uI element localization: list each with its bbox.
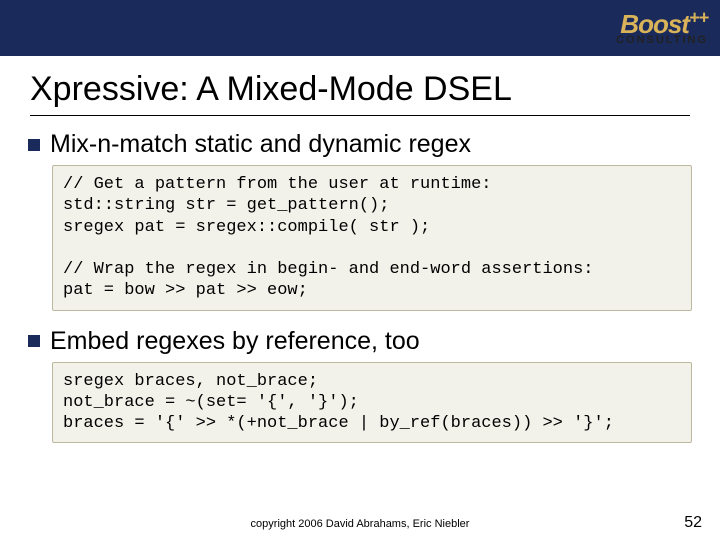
header-band: Boost++ CONSULTING [0,0,720,56]
logo: Boost++ CONSULTING [616,8,708,46]
bullet-item: Embed regexes by reference, too [28,327,692,356]
footer-copyright: copyright 2006 David Abrahams, Eric Nieb… [0,518,720,530]
bullet-text: Mix-n-match static and dynamic regex [50,130,471,159]
code-block: // Get a pattern from the user at runtim… [52,165,692,311]
bullet-text: Embed regexes by reference, too [50,327,420,356]
logo-sub: CONSULTING [616,35,708,46]
page-number: 52 [684,514,702,532]
logo-plus: ++ [689,7,708,27]
title-rule [30,115,690,116]
square-bullet-icon [28,335,40,347]
slide-title: Xpressive: A Mixed-Mode DSEL [0,56,720,115]
slide-content: Mix-n-match static and dynamic regex // … [0,130,720,443]
square-bullet-icon [28,139,40,151]
bullet-item: Mix-n-match static and dynamic regex [28,130,692,159]
code-block: sregex braces, not_brace; not_brace = ~(… [52,362,692,444]
